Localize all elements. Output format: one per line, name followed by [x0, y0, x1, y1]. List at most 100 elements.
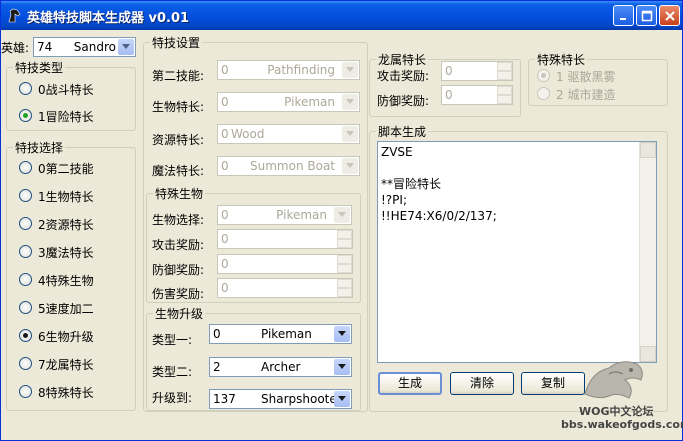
dragon-attack-label: 攻击奖励: — [377, 69, 430, 83]
creature-specialty-select[interactable]: 0 Pikeman — [217, 92, 360, 112]
upgrade-to-select[interactable]: 137 Sharpshooter — [209, 389, 352, 409]
clear-button[interactable]: 清除 — [450, 372, 514, 395]
spin-value: 0 — [221, 232, 229, 246]
spin-down-button[interactable] — [497, 71, 512, 80]
spin-up-button[interactable] — [337, 255, 352, 264]
script-scrollbar[interactable] — [639, 142, 656, 362]
watermark: WOG中文论坛 bbs.wakeofgods.com — [561, 348, 683, 438]
select-name: Archer — [261, 360, 301, 374]
script-line-0: ZVSE — [381, 145, 413, 159]
dropdown-arrow[interactable] — [334, 207, 350, 223]
dragon-specialty-title: 龙属特长 — [376, 51, 429, 68]
maximize-button[interactable] — [636, 5, 657, 26]
type-one-select[interactable]: 0 Pikeman — [209, 324, 352, 344]
skill-settings-title: 特技设置 — [150, 34, 203, 51]
select-name: Summon Boat — [250, 159, 335, 173]
hero-dropdown-arrow[interactable] — [118, 39, 134, 55]
spin-value: 0 — [221, 257, 229, 271]
creature-specialty-label: 生物特长: — [152, 100, 205, 114]
hero-select[interactable]: 74 Sandro — [33, 37, 136, 57]
spin-buttons — [337, 279, 352, 297]
radio-1 — [537, 87, 550, 100]
special-creature-select[interactable]: 0 Pikeman — [217, 205, 352, 225]
defense-bonus-label: 防御奖励: — [152, 263, 205, 277]
chevron-down-icon — [338, 212, 346, 217]
radio-label: 0第二技能 — [38, 162, 94, 176]
scroll-up-button[interactable] — [640, 142, 656, 158]
type-two-select[interactable]: 2 Archer — [209, 357, 352, 377]
spin-up-button[interactable] — [337, 230, 352, 239]
radio-6 — [19, 329, 32, 342]
resource-specialty-select[interactable]: 0 Wood — [217, 124, 360, 144]
dropdown-arrow[interactable] — [342, 126, 358, 142]
radio-5 — [19, 301, 32, 314]
magic-specialty-select[interactable]: 0 Summon Boat — [217, 156, 360, 176]
radio-label: 8特殊特长 — [38, 386, 94, 400]
radio-0 — [19, 161, 32, 174]
defense-bonus-spin[interactable]: 0 — [217, 254, 353, 274]
attack-bonus-spin[interactable]: 0 — [217, 229, 353, 249]
spin-value: 0 — [445, 64, 453, 78]
generate-button[interactable]: 生成 — [378, 372, 442, 395]
creature-upgrade-title: 生物升级 — [153, 305, 206, 322]
dragon-defense-spin[interactable]: 0 — [441, 85, 513, 105]
title-bar[interactable]: 英雄特技脚本生成器 v0.01 — [1, 1, 682, 30]
script-title: 脚本生成 — [376, 123, 429, 140]
type-one-label: 类型一: — [152, 333, 193, 347]
select-num: 0 — [221, 159, 229, 173]
spin-up-button[interactable] — [337, 279, 352, 288]
select-name: Wood — [231, 127, 265, 141]
damage-bonus-spin[interactable]: 0 — [217, 278, 353, 298]
chevron-down-icon — [346, 131, 354, 136]
spin-down-button[interactable] — [337, 288, 352, 297]
close-icon — [665, 11, 675, 21]
radio-label: 2资源特长 — [38, 218, 94, 232]
radio-label: 5速度加二 — [38, 302, 94, 316]
spin-value: 0 — [221, 281, 229, 295]
dropdown-arrow[interactable] — [342, 158, 358, 174]
chevron-down-icon — [122, 44, 130, 49]
spin-buttons — [337, 255, 352, 273]
select-name: Sharpshooter — [261, 392, 342, 406]
special-creature-title: 特殊生物 — [153, 185, 206, 202]
radio-0 — [537, 69, 550, 82]
spin-up-button[interactable] — [497, 62, 512, 71]
creature-select-label: 生物选择: — [152, 213, 205, 227]
select-name: Pikeman — [276, 208, 327, 222]
spin-buttons — [497, 62, 512, 80]
dragon-attack-spin[interactable]: 0 — [441, 61, 513, 81]
skill-choice-group: 特技选择 0第二技能 1生物特长 2资源特长 3魔法特长 4特殊生物 5速度加二… — [6, 139, 136, 411]
spin-down-button[interactable] — [337, 264, 352, 273]
select-num: 0 — [213, 327, 221, 341]
close-button[interactable] — [659, 5, 680, 26]
select-num: 0 — [221, 63, 229, 77]
dropdown-arrow[interactable] — [334, 391, 350, 407]
chevron-down-icon — [346, 163, 354, 168]
radio-1 — [19, 189, 32, 202]
radio-label: 2 城市建造 — [556, 88, 616, 102]
dropdown-arrow[interactable] — [342, 62, 358, 78]
chevron-down-icon — [346, 99, 354, 104]
watermark-line2: bbs.wakeofgods.com — [561, 418, 683, 431]
select-num: 0 — [221, 127, 229, 141]
type-two-label: 类型二: — [152, 365, 193, 379]
secondary-skill-select[interactable]: 0 Pathfinding — [217, 60, 360, 80]
script-output[interactable]: ZVSE **冒险特长 !?PI; !!HE74:X6/0/2/137; — [377, 141, 657, 363]
dropdown-arrow[interactable] — [334, 359, 350, 375]
dropdown-arrow[interactable] — [342, 94, 358, 110]
radio-label: 7龙属特长 — [38, 358, 94, 372]
minimize-button[interactable] — [613, 5, 634, 26]
skill-choice-title: 特技选择 — [13, 139, 66, 156]
radio-2 — [19, 217, 32, 230]
radio-label: 1 驱散黑雾 — [556, 70, 616, 84]
spin-up-button[interactable] — [497, 86, 512, 95]
spin-down-button[interactable] — [497, 95, 512, 104]
maximize-icon — [641, 10, 653, 22]
dropdown-arrow[interactable] — [334, 326, 350, 342]
magic-specialty-label: 魔法特长: — [152, 164, 205, 178]
spin-buttons — [337, 230, 352, 248]
chevron-down-icon — [338, 331, 346, 336]
select-name: Pathfinding — [267, 63, 335, 77]
radio-8 — [19, 385, 32, 398]
spin-down-button[interactable] — [337, 239, 352, 248]
